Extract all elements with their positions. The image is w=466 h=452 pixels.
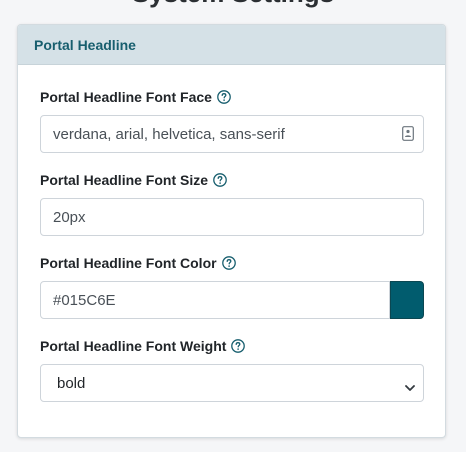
font-size-field: Portal Headline Font Size: [40, 171, 424, 236]
font-size-input[interactable]: [40, 198, 424, 236]
font-weight-select[interactable]: bold: [40, 364, 424, 402]
font-face-field: Portal Headline Font Face: [40, 88, 424, 153]
question-circle-icon[interactable]: [231, 339, 246, 353]
font-weight-field: Portal Headline Font Weight bold: [40, 337, 424, 402]
color-swatch[interactable]: [390, 281, 424, 319]
contact-card-icon[interactable]: [402, 126, 414, 141]
question-circle-icon[interactable]: [217, 90, 231, 104]
portal-headline-card: Portal Headline Portal Headline Font Fac…: [17, 24, 446, 438]
section-title: Portal Headline: [34, 36, 136, 53]
font-color-input[interactable]: [40, 281, 391, 319]
question-circle-icon[interactable]: [221, 256, 236, 270]
font-face-input[interactable]: [40, 115, 424, 153]
font-size-label: Portal Headline Font Size: [40, 172, 209, 188]
font-weight-selected-value: bold: [57, 374, 86, 392]
question-circle-icon[interactable]: [213, 173, 227, 187]
font-face-label: Portal Headline Font Face: [40, 89, 212, 105]
chevron-down-icon: [405, 379, 415, 391]
font-weight-label: Portal Headline Font Weight: [40, 338, 227, 354]
card-header: Portal Headline: [18, 25, 445, 65]
page-title: System Settings: [0, 0, 466, 9]
font-color-label: Portal Headline Font Color: [40, 255, 217, 271]
font-color-field: Portal Headline Font Color: [40, 254, 424, 319]
